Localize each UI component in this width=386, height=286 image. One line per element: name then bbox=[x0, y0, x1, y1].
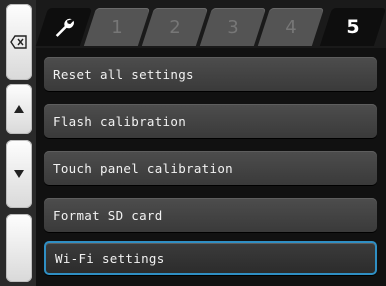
tab-label: 4 bbox=[285, 16, 297, 38]
tab-label: 1 bbox=[111, 16, 123, 38]
camera-settings-screen: 1 2 3 4 5 Reset all settings Flash calib… bbox=[0, 0, 386, 286]
menu-item-touch-panel-calibration[interactable]: Touch panel calibration bbox=[44, 151, 377, 185]
tab-label: 5 bbox=[346, 16, 360, 38]
menu-item-reset-all-settings[interactable]: Reset all settings bbox=[44, 57, 377, 91]
arrow-up-icon bbox=[14, 105, 24, 113]
tab-2[interactable]: 2 bbox=[141, 8, 209, 46]
menu-item-label: Wi-Fi settings bbox=[55, 250, 165, 266]
menu-item-label: Touch panel calibration bbox=[53, 160, 233, 176]
tab-setup[interactable] bbox=[35, 8, 93, 46]
tab-4[interactable]: 4 bbox=[257, 8, 325, 46]
menu-item-format-sd-card[interactable]: Format SD card bbox=[44, 198, 377, 232]
scroll-up-button[interactable] bbox=[6, 84, 32, 134]
menu-item-wifi-settings[interactable]: Wi-Fi settings bbox=[44, 241, 377, 275]
menu-item-label: Format SD card bbox=[53, 207, 163, 223]
tab-bar: 1 2 3 4 5 bbox=[35, 0, 386, 48]
backspace-button[interactable] bbox=[6, 4, 32, 80]
menu-item-flash-calibration[interactable]: Flash calibration bbox=[44, 104, 377, 138]
blank-button[interactable] bbox=[6, 214, 32, 282]
settings-menu: Reset all settings Flash calibration Tou… bbox=[36, 48, 386, 286]
tab-1[interactable]: 1 bbox=[83, 8, 151, 46]
backspace-icon bbox=[10, 35, 28, 49]
tab-5[interactable]: 5 bbox=[319, 8, 386, 46]
menu-item-label: Reset all settings bbox=[53, 66, 194, 82]
menu-item-label: Flash calibration bbox=[53, 113, 187, 129]
scroll-down-button[interactable] bbox=[6, 140, 32, 208]
tab-label: 3 bbox=[227, 16, 239, 38]
arrow-down-icon bbox=[14, 170, 24, 178]
wrench-icon bbox=[42, 8, 86, 46]
tab-3[interactable]: 3 bbox=[199, 8, 267, 46]
tab-label: 2 bbox=[169, 16, 181, 38]
side-panel bbox=[0, 0, 36, 286]
